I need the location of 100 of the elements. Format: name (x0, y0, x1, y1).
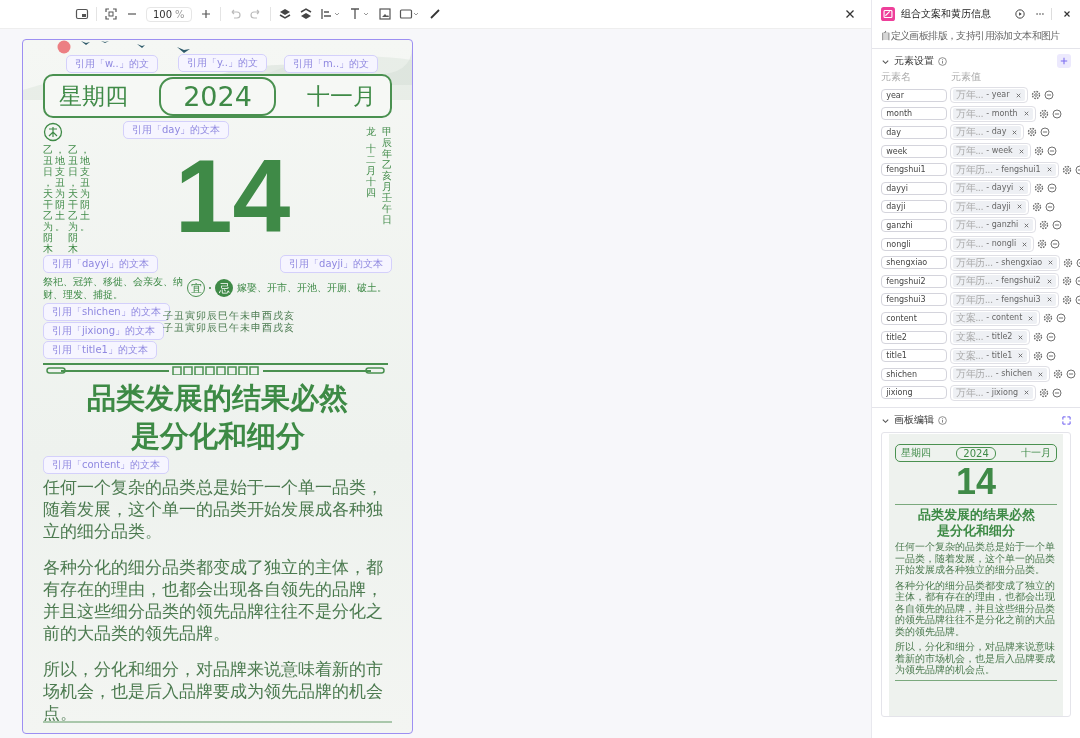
element-name-field[interactable]: fengshui3 (881, 293, 948, 307)
element-name-field[interactable]: jixiong (881, 386, 948, 400)
settings-icon[interactable] (1030, 90, 1041, 101)
play-icon[interactable] (1015, 9, 1025, 19)
align-icon[interactable] (319, 7, 342, 21)
remove-icon[interactable] (1051, 108, 1062, 119)
text-tool-icon[interactable] (348, 7, 371, 21)
remove-icon[interactable] (1044, 201, 1055, 212)
settings-icon[interactable] (1043, 313, 1054, 324)
clear-icon[interactable] (1014, 91, 1022, 99)
reference-tag[interactable]: 引用「dayji」的文本 (280, 255, 392, 273)
year-label: 2024 (159, 76, 276, 116)
remove-icon[interactable] (1046, 332, 1057, 342)
element-name-field[interactable]: fengshui2 (881, 274, 948, 288)
element-name-field[interactable]: fengshui1 (881, 163, 948, 177)
settings-icon[interactable] (1053, 369, 1064, 380)
element-name-field[interactable]: title1 (881, 349, 948, 363)
remove-icon[interactable] (1052, 220, 1063, 231)
clear-icon[interactable] (1022, 110, 1030, 118)
settings-icon[interactable] (1033, 350, 1044, 361)
clear-icon[interactable] (1045, 277, 1053, 285)
settings-icon[interactable] (1033, 332, 1044, 342)
clear-icon[interactable] (1017, 333, 1025, 341)
remove-icon[interactable] (1040, 127, 1051, 138)
settings-icon[interactable] (1033, 146, 1044, 157)
info-icon (938, 56, 948, 66)
settings-icon[interactable] (1061, 164, 1072, 175)
reference-tag[interactable]: 引用「y..」的文 (178, 54, 267, 72)
settings-icon[interactable] (1034, 183, 1045, 194)
remove-icon[interactable] (1046, 146, 1057, 157)
app-icon (881, 7, 896, 21)
fullscreen-icon[interactable] (1062, 415, 1071, 425)
clear-icon[interactable] (1017, 352, 1025, 360)
settings-icon[interactable] (1061, 294, 1072, 305)
remove-icon[interactable] (1052, 387, 1063, 398)
clear-icon[interactable] (1047, 259, 1055, 267)
clear-icon[interactable] (1027, 314, 1035, 322)
day-number: 14 (955, 462, 998, 503)
ganzhi-text: 甲辰年乙亥月壬午日 (382, 126, 392, 225)
clear-icon[interactable] (1021, 240, 1029, 248)
settings-icon[interactable] (1039, 220, 1050, 231)
fit-screen-icon[interactable] (104, 7, 118, 21)
clear-icon[interactable] (1045, 166, 1053, 174)
settings-icon[interactable] (1027, 127, 1038, 138)
section-title: 画板编辑 (894, 413, 935, 428)
clear-icon[interactable] (1037, 370, 1045, 378)
panel-description: 自定义画板排版，支持引用添加文本和图片 (872, 24, 1080, 49)
frame-icon[interactable] (75, 7, 89, 21)
remove-icon[interactable] (1043, 90, 1054, 101)
weekday-label: 星期四 (59, 81, 128, 111)
reference-tag[interactable]: 引用「dayyi」的文本 (43, 255, 159, 273)
element-name-field[interactable]: dayji (881, 200, 948, 214)
element-name-field[interactable]: shichen (881, 367, 948, 381)
headline: 品类发展的结果必然 (87, 380, 348, 417)
reference-tag[interactable]: 引用「title1」的文本 (43, 341, 157, 359)
clear-icon[interactable] (1023, 221, 1031, 229)
zoom-field[interactable]: 100 % (146, 6, 192, 22)
clear-icon[interactable] (1017, 147, 1025, 155)
remove-icon[interactable] (1047, 183, 1058, 194)
layer-up-icon[interactable] (277, 7, 292, 21)
clear-icon[interactable] (1015, 203, 1023, 211)
element-name-field[interactable]: ganzhi (881, 218, 948, 232)
settings-icon[interactable] (1061, 276, 1072, 287)
settings-icon[interactable] (1063, 257, 1074, 268)
remove-icon[interactable] (1050, 239, 1061, 250)
element-name-field[interactable]: content (881, 311, 948, 325)
element-name-field[interactable]: nongli (881, 237, 948, 251)
element-name-field[interactable]: shengxiao (881, 256, 948, 270)
fengshui-text: 乙丑日，天干乙为阴木，地支丑为阴土。 (43, 144, 65, 254)
clear-icon[interactable] (1045, 296, 1053, 304)
element-name-field[interactable]: title2 (881, 330, 948, 344)
element-name-field[interactable]: dayyi (881, 181, 948, 195)
panel-title: 组合文案和黄历信息 (901, 7, 993, 21)
reference-tag[interactable]: 引用「w..」的文 (66, 55, 158, 73)
body-paragraph: 所以，分化和细分，对品牌来说意味着新的市场机会，也是后入品牌要成为领先品牌的机会点。 (43, 658, 384, 724)
clear-icon[interactable] (1018, 184, 1026, 192)
headline: 是分化和细分 (130, 418, 305, 455)
layer-down-icon[interactable] (298, 7, 313, 21)
settings-icon[interactable] (1037, 239, 1048, 250)
column-header: 元素值 (951, 70, 982, 84)
reference-tag[interactable]: 引用「content」的文本 (43, 456, 170, 474)
reference-tag[interactable]: 引用「jixiong」的文本 (43, 322, 165, 340)
element-name-field[interactable]: month (881, 107, 948, 121)
remove-icon[interactable] (1046, 350, 1057, 361)
settings-icon[interactable] (1038, 108, 1049, 119)
clear-icon[interactable] (1011, 129, 1019, 136)
element-name-field[interactable]: day (881, 126, 948, 139)
remove-icon[interactable] (1056, 313, 1067, 324)
reference-tag[interactable]: 引用「m..」的文 (284, 55, 379, 73)
image-icon[interactable] (377, 7, 392, 21)
settings-icon[interactable] (1031, 201, 1042, 212)
remove-icon[interactable] (1066, 369, 1077, 380)
headline: 品类发展的结果必然 (916, 507, 1036, 524)
reference-tag[interactable]: 引用「day」的文本 (123, 121, 230, 139)
settings-icon[interactable] (1039, 387, 1050, 398)
rectangle-icon[interactable] (398, 7, 421, 21)
element-name-field[interactable]: week (881, 144, 948, 158)
element-name-field[interactable]: year (881, 88, 948, 102)
clear-icon[interactable] (1023, 389, 1031, 397)
close-icon[interactable] (1062, 9, 1072, 19)
